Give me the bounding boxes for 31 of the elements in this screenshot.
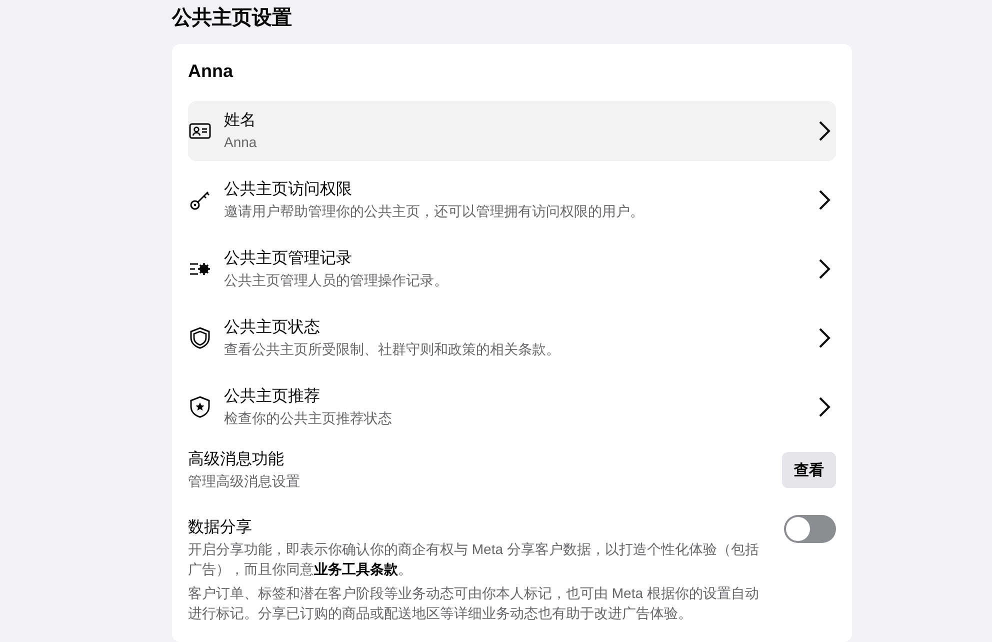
shield-icon xyxy=(188,326,212,350)
item-subtitle: 检查你的公共主页推荐状态 xyxy=(224,409,392,428)
settings-item[interactable]: 公共主页访问权限 邀请用户帮助管理你的公共主页，还可以管理拥有访问权限的用户。 xyxy=(188,170,836,230)
settings-item[interactable]: 姓名 Anna xyxy=(188,101,836,161)
item-title: 公共主页管理记录 xyxy=(224,248,352,269)
view-button[interactable]: 查看 xyxy=(782,452,836,488)
description-text: 客户订单、标签和潜在客户阶段等业务动态可由你本人标记，也可由 Meta 根据你的设置自动进行标记。分享已订购的商品或配送地区等详细业务动态也有助于改进广告体验。 xyxy=(188,584,760,623)
chevron-right-icon xyxy=(818,188,832,212)
setting-subtitle: 管理高级消息设置 xyxy=(188,472,300,491)
setting-title: 高级消息功能 xyxy=(188,450,284,470)
shield-star-icon xyxy=(188,395,212,419)
item-subtitle: Anna xyxy=(224,133,257,152)
description-text: 开启分享功能，即表示你确认你的商企有权与 Meta 分享客户数据，以打造个性化体验（包括广告），而且你同意业务工具条款。 xyxy=(188,540,760,579)
settings-item[interactable]: 公共主页推荐 检查你的公共主页推荐状态 xyxy=(188,377,836,437)
item-title: 公共主页状态 xyxy=(224,318,320,338)
item-title: 公共主页访问权限 xyxy=(224,180,352,200)
page-title: 公共主页设置 xyxy=(172,6,292,30)
toggle-switch[interactable] xyxy=(784,515,836,543)
item-subtitle: 查看公共主页所受限制、社群守则和政策的相关条款。 xyxy=(224,340,560,359)
card-title: Anna xyxy=(188,60,233,83)
setting-title: 数据分享 xyxy=(188,518,252,538)
settings-item[interactable]: 公共主页管理记录 公共主页管理人员的管理操作记录。 xyxy=(188,239,836,299)
chevron-right-icon xyxy=(818,395,832,419)
chevron-right-icon xyxy=(818,326,832,350)
item-subtitle: 邀请用户帮助管理你的公共主页，还可以管理拥有访问权限的用户。 xyxy=(224,202,644,221)
chevron-right-icon xyxy=(818,119,832,143)
item-title: 姓名 xyxy=(224,111,256,131)
chevron-right-icon xyxy=(818,257,832,281)
item-subtitle: 公共主页管理人员的管理操作记录。 xyxy=(224,271,448,290)
settings-item[interactable]: 公共主页状态 查看公共主页所受限制、社群守则和政策的相关条款。 xyxy=(188,308,836,368)
item-title: 公共主页推荐 xyxy=(224,386,320,407)
